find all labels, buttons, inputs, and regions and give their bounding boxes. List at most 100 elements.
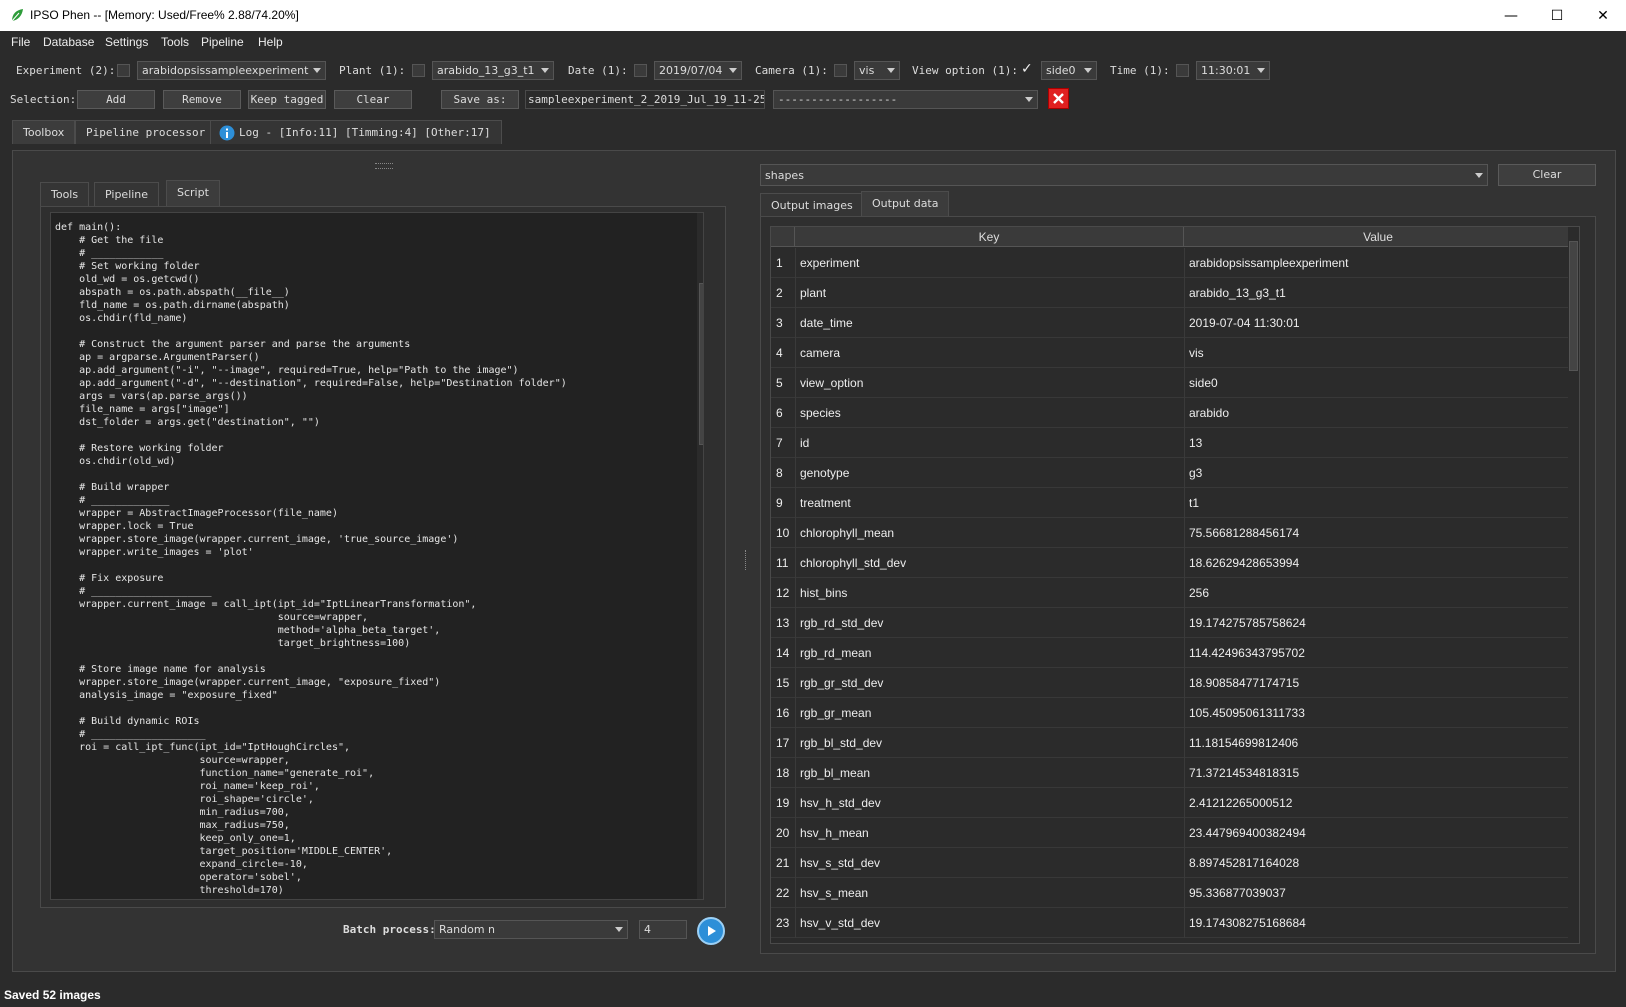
table-row[interactable]: 18 rgb_bl_mean 71.37214534818315 [771, 758, 1573, 788]
cell-divider [1184, 758, 1185, 788]
row-index: 23 [776, 916, 790, 930]
maximize-button[interactable]: ☐ [1534, 0, 1580, 31]
row-value: 75.56681288456174 [1189, 526, 1300, 540]
row-value: 2.41212265000512 [1189, 796, 1293, 810]
menu-file[interactable]: File [11, 35, 30, 49]
row-value: 71.37214534818315 [1189, 766, 1300, 780]
tab-log-label: Log - [Info:11] [Timming:4] [Other:17] [239, 126, 491, 139]
table-row[interactable]: 14 rgb_rd_mean 114.42496343795702 [771, 638, 1573, 668]
table-row[interactable]: 6 species arabido [771, 398, 1573, 428]
plant-value: arabido_13_g3_t1 [437, 64, 535, 77]
tab-pipeline-processor[interactable]: Pipeline processor [75, 120, 217, 144]
table-row[interactable]: 11 chlorophyll_std_dev 18.62629428653994 [771, 548, 1573, 578]
menu-help[interactable]: Help [258, 35, 283, 49]
menu-pipeline[interactable]: Pipeline [201, 35, 244, 49]
menu-tools[interactable]: Tools [161, 35, 189, 49]
save-as-button[interactable]: Save as: [441, 90, 519, 109]
table-row[interactable]: 10 chlorophyll_mean 75.56681288456174 [771, 518, 1573, 548]
column-header-key[interactable]: Key [795, 227, 1184, 247]
row-key: rgb_bl_std_dev [800, 736, 883, 750]
experiment-select[interactable]: arabidopsissampleexperiment [137, 61, 326, 80]
add-button[interactable]: Add [77, 90, 155, 109]
output-data-table[interactable]: Key Value 1 experiment arabidopsissampleex… [770, 226, 1580, 944]
table-scrollbar[interactable] [1568, 227, 1579, 943]
table-scrollbar-thumb[interactable] [1569, 241, 1578, 371]
cell-divider [795, 818, 796, 848]
saved-selection-select[interactable]: ------------------ [773, 90, 1038, 109]
cell-divider [795, 398, 796, 428]
menu-settings[interactable]: Settings [105, 35, 148, 49]
cell-divider [1184, 878, 1185, 908]
output-selector[interactable]: shapes [760, 164, 1488, 186]
table-row[interactable]: 2 plant arabido_13_g3_t1 [771, 278, 1573, 308]
tab-log[interactable]: Log - [Info:11] [Timming:4] [Other:17] [210, 120, 502, 144]
run-batch-button[interactable] [697, 917, 725, 945]
date-select[interactable]: 2019/07/04 [654, 61, 742, 80]
view-option-check[interactable]: ✓ [1021, 61, 1033, 77]
time-checkbox[interactable] [1176, 64, 1189, 77]
table-row[interactable]: 20 hsv_h_mean 23.447969400382494 [771, 818, 1573, 848]
table-row[interactable]: 7 id 13 [771, 428, 1573, 458]
batch-mode-value: Random n [439, 923, 496, 936]
table-row[interactable]: 5 view_option side0 [771, 368, 1573, 398]
clear-selection-button[interactable]: Clear [334, 90, 412, 109]
table-row[interactable]: 19 hsv_h_std_dev 2.41212265000512 [771, 788, 1573, 818]
script-editor[interactable]: def main(): # Get the file # ___________… [50, 212, 704, 900]
row-key: species [800, 406, 841, 420]
row-index: 12 [776, 586, 790, 600]
batch-count-value: 4 [644, 923, 651, 936]
row-index: 7 [776, 436, 783, 450]
tab-toolbox[interactable]: Toolbox [12, 120, 76, 144]
tab-output-images[interactable]: Output images [760, 193, 864, 217]
splitter-handle-top[interactable] [375, 163, 393, 169]
menu-database[interactable]: Database [43, 35, 94, 49]
date-checkbox[interactable] [634, 64, 647, 77]
tab-tools[interactable]: Tools [40, 182, 90, 206]
table-row[interactable]: 13 rgb_rd_std_dev 19.174275785758624 [771, 608, 1573, 638]
table-row[interactable]: 21 hsv_s_std_dev 8.897452817164028 [771, 848, 1573, 878]
table-corner-header [771, 227, 795, 247]
table-row[interactable]: 9 treatment t1 [771, 488, 1573, 518]
leaf-icon [11, 9, 23, 22]
time-select[interactable]: 11:30:01 [1196, 61, 1270, 80]
table-row[interactable]: 8 genotype g3 [771, 458, 1573, 488]
table-row[interactable]: 4 camera vis [771, 338, 1573, 368]
batch-mode-select[interactable]: Random n [434, 920, 628, 939]
table-row[interactable]: 15 rgb_gr_std_dev 18.90858477174715 [771, 668, 1573, 698]
clear-output-button[interactable]: Clear [1498, 164, 1596, 186]
tab-output-data[interactable]: Output data [861, 191, 950, 217]
batch-count-stepper[interactable]: 4 [639, 920, 687, 939]
plant-select[interactable]: arabido_13_g3_t1 [432, 61, 554, 80]
row-value: vis [1189, 346, 1204, 360]
table-row[interactable]: 3 date_time 2019-07-04 11:30:01 [771, 308, 1573, 338]
minimize-button[interactable]: — [1488, 0, 1534, 31]
splitter-handle-vertical[interactable] [745, 550, 749, 570]
save-name-input[interactable]: sampleexperiment_2_2019_Jul_19_11-25-50 [525, 90, 765, 109]
view-option-select[interactable]: side0 [1041, 61, 1097, 80]
cell-divider [795, 278, 796, 308]
delete-selection-button[interactable] [1048, 88, 1069, 109]
tab-script[interactable]: Script [166, 180, 220, 206]
remove-button[interactable]: Remove [163, 90, 241, 109]
cell-divider [1184, 278, 1185, 308]
table-row[interactable]: 23 hsv_v_std_dev 19.174308275168684 [771, 908, 1573, 938]
cell-divider [795, 638, 796, 668]
cell-divider [795, 908, 796, 938]
table-row[interactable]: 22 hsv_s_mean 95.336877039037 [771, 878, 1573, 908]
table-row[interactable]: 12 hist_bins 256 [771, 578, 1573, 608]
close-button[interactable]: ✕ [1580, 0, 1626, 31]
tab-pipeline[interactable]: Pipeline [94, 182, 160, 206]
column-header-value[interactable]: Value [1184, 227, 1573, 247]
experiment-checkbox[interactable] [117, 64, 130, 77]
row-value: 18.62629428653994 [1189, 556, 1300, 570]
keep-tagged-button[interactable]: Keep tagged [248, 90, 326, 109]
table-row[interactable]: 17 rgb_bl_std_dev 11.18154699812406 [771, 728, 1573, 758]
plant-checkbox[interactable] [412, 64, 425, 77]
table-row[interactable]: 16 rgb_gr_mean 105.45095061311733 [771, 698, 1573, 728]
table-row[interactable]: 1 experiment arabidopsissampleexperiment [771, 248, 1573, 278]
script-scrollbar-thumb[interactable] [699, 283, 703, 445]
camera-checkbox[interactable] [834, 64, 847, 77]
camera-select[interactable]: vis [854, 61, 900, 80]
script-scrollbar[interactable] [697, 213, 703, 899]
script-code[interactable]: def main(): # Get the file # ___________… [55, 221, 567, 897]
